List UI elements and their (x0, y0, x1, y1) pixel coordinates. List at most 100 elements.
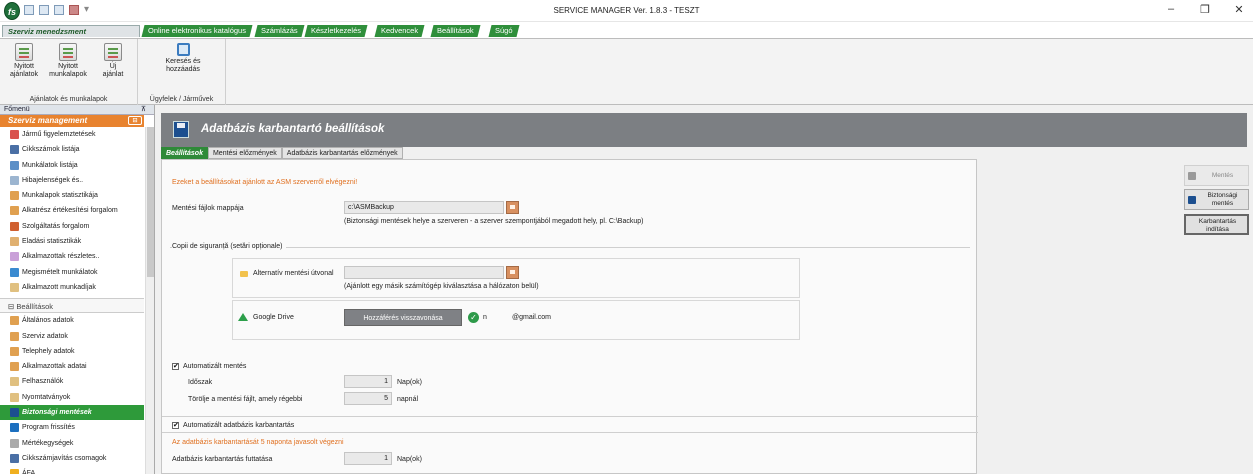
tab-label: Beállítások (437, 26, 474, 35)
auto-backup-checkbox[interactable]: ✔ (172, 363, 179, 370)
browse-alt-path-button[interactable] (506, 266, 519, 279)
nav-list-settings: Általános adatok Szerviz adatok Telephely … (0, 313, 144, 474)
alt-path-input[interactable] (344, 266, 504, 279)
offers-icon (15, 43, 33, 61)
sidebar-item[interactable]: Munkalapok statisztikája (0, 188, 144, 203)
sidebar-item-icon (10, 252, 19, 262)
ribbon-tabs: Szerviz menedzsment Online elektronikus … (0, 22, 1253, 38)
sidebar-item-icon (10, 408, 19, 418)
sidebar-item[interactable]: Telephely adatok (0, 344, 144, 359)
start-maintenance-button[interactable]: Karbantartás indítása (1184, 214, 1249, 235)
collapse-icon[interactable]: ⊟ (128, 116, 142, 125)
action-panel: Mentés Biztonsági mentés Karbantartás in… (1182, 165, 1253, 474)
sidebar-item[interactable]: Mértékegységek (0, 436, 144, 451)
minimize-button[interactable]: – (1165, 3, 1177, 16)
open-worksheets-button[interactable]: Nyitott munkalapok (44, 43, 92, 79)
tab-szerviz-menedzsment[interactable]: Szerviz menedzsment (2, 25, 140, 37)
gdrive-email-prefix: n (483, 314, 487, 321)
gdrive-email-suffix: @gmail.com (512, 314, 552, 321)
sidebar-item[interactable]: Szolgáltatás forgalom (0, 219, 144, 234)
search-icon (176, 43, 190, 56)
save-button[interactable]: Mentés (1184, 165, 1249, 186)
sidebar-item-icon (10, 469, 19, 474)
open-offers-button[interactable]: Nyitott ajánlatok (6, 43, 42, 79)
nav-section-settings[interactable]: ⊟ Beállítások (0, 298, 144, 314)
connected-check-icon: ✓ (468, 312, 479, 323)
tab-settings[interactable]: Beállítások (161, 147, 208, 159)
sidebar-item[interactable]: Munkálatok listája (0, 158, 144, 173)
floppy-disk-icon (173, 121, 189, 138)
sidebar-item[interactable]: Alkalmazott munkadíjak (0, 280, 144, 295)
nav-group-header[interactable]: Szerviz management ⊟ (0, 115, 144, 127)
nav-scrollbar[interactable] (145, 127, 154, 474)
sidebar-item[interactable]: Program frissítés (0, 420, 144, 435)
sidebar-item[interactable]: Felhasználók (0, 374, 144, 389)
auto-maintenance-label: Automatizált adatbázis karbantartás (183, 422, 295, 429)
backup-folder-input[interactable]: c:\ASMBackup (344, 201, 504, 214)
sidebar-item[interactable]: Jármű figyelemztetések (0, 127, 144, 142)
sidebar-item-label: Alkalmazott munkadíjak (22, 283, 96, 291)
sidebar-item[interactable]: Nyomtatványok (0, 390, 144, 405)
browse-folder-button[interactable] (506, 201, 519, 214)
title-bar: fs ▾ SERVICE MANAGER Ver. 1.8.3 - TESZT … (0, 0, 1253, 22)
sidebar-item-label: Megismételt munkálatok (22, 268, 98, 276)
sidebar-item[interactable]: Alkatrész értékesítési forgalom (0, 203, 144, 218)
action-label-line1: Biztonsági (1207, 192, 1238, 199)
new-offer-button[interactable]: Új ajánlat (95, 43, 131, 79)
window-controls: – ❐ ✕ (1165, 3, 1245, 16)
tab-szamlazas[interactable]: Számlázás (254, 25, 305, 37)
sidebar-item[interactable]: Cikkszámok listája (0, 142, 144, 157)
backup-button[interactable]: Biztonsági mentés (1184, 189, 1249, 210)
maintenance-run-input[interactable]: 1 (344, 452, 392, 465)
nav-list-management: Jármű figyelemztetések Cikkszámok listája… (0, 127, 144, 295)
sidebar-item-label: Felhasználók (22, 378, 64, 386)
auto-maintenance-checkbox[interactable]: ✔ (172, 422, 179, 429)
sidebar-item[interactable]: Eladási statisztikák (0, 234, 144, 249)
button-label-line1: Új (109, 63, 117, 70)
section-divider (162, 432, 978, 433)
new-offer-icon (104, 43, 122, 61)
sidebar-item-label: Alkalmazottak részletes.. (22, 253, 100, 261)
close-button[interactable]: ✕ (1233, 3, 1245, 16)
tab-maintenance-history[interactable]: Adatbázis karbantartás előzmények (281, 147, 403, 159)
main-panel: Adatbázis karbantartó beállítások Beállí… (155, 105, 1253, 474)
page-title: Adatbázis karbantartó beállítások (201, 123, 385, 135)
tab-keszletkezeles[interactable]: Készletkezelés (304, 25, 368, 37)
tab-label: Készletkezelés (311, 26, 362, 35)
sidebar-item[interactable]: Megismételt munkálatok (0, 265, 144, 280)
left-navigation: Főmenü ⊼ Szerviz management ⊟ Jármű figy… (0, 105, 155, 474)
auto-backup-label: Automatizált mentés (183, 363, 247, 370)
optional-copies-label: Copii de siguranță (setări opționale) (172, 243, 286, 250)
pin-icon[interactable]: ⊼ (141, 105, 146, 115)
sidebar-item[interactable]: Alkalmazottak adatai (0, 359, 144, 374)
search-add-button[interactable]: Keresés és hozzáadás (158, 43, 208, 74)
sidebar-item[interactable]: Cikkszámjavítás csomagok (0, 451, 144, 466)
sidebar-item[interactable]: Biztonsági mentések (0, 405, 144, 421)
tab-beallitasok[interactable]: Beállítások (430, 25, 481, 37)
backup-icon (1188, 196, 1196, 204)
period-input[interactable]: 1 (344, 375, 392, 388)
sidebar-item[interactable]: Általános adatok (0, 313, 144, 328)
window-title: SERVICE MANAGER Ver. 1.8.3 - TESZT (553, 6, 700, 15)
maximize-button[interactable]: ❐ (1199, 3, 1211, 16)
sidebar-item[interactable]: ÁFA (0, 466, 144, 474)
ribbon-group-customers: Keresés és hozzáadás Ügyfelek / Járművek (138, 39, 226, 105)
sidebar-item[interactable]: Hibajelenségek és.. (0, 173, 144, 188)
sidebar-item[interactable]: Szerviz adatok (0, 329, 144, 344)
tab-kedvencek[interactable]: Kedvencek (374, 25, 425, 37)
sidebar-item-icon (10, 423, 19, 433)
action-label-line2: mentés (1211, 200, 1234, 207)
sidebar-item-icon (10, 331, 19, 341)
tab-backup-history[interactable]: Mentési előzmények (207, 147, 282, 159)
sidebar-item[interactable]: Alkalmazottak részletes.. (0, 249, 144, 264)
nav-scroll-thumb[interactable] (147, 127, 154, 277)
sidebar-item-label: Hibajelenségek és.. (22, 176, 84, 184)
tab-online-katalogus[interactable]: Online elektronikus katalógus (141, 25, 253, 37)
sidebar-item-label: Eladási statisztikák (22, 238, 82, 246)
delete-older-input[interactable]: 5 (344, 392, 392, 405)
tab-sugo[interactable]: Súgó (488, 25, 520, 37)
page-header: Adatbázis karbantartó beállítások (161, 113, 1247, 147)
delete-older-label: Törölje a mentési fájlt, amely régebbi (188, 396, 303, 403)
sidebar-item-icon (10, 191, 19, 201)
revoke-access-button[interactable]: Hozzáférés visszavonása (344, 309, 462, 326)
